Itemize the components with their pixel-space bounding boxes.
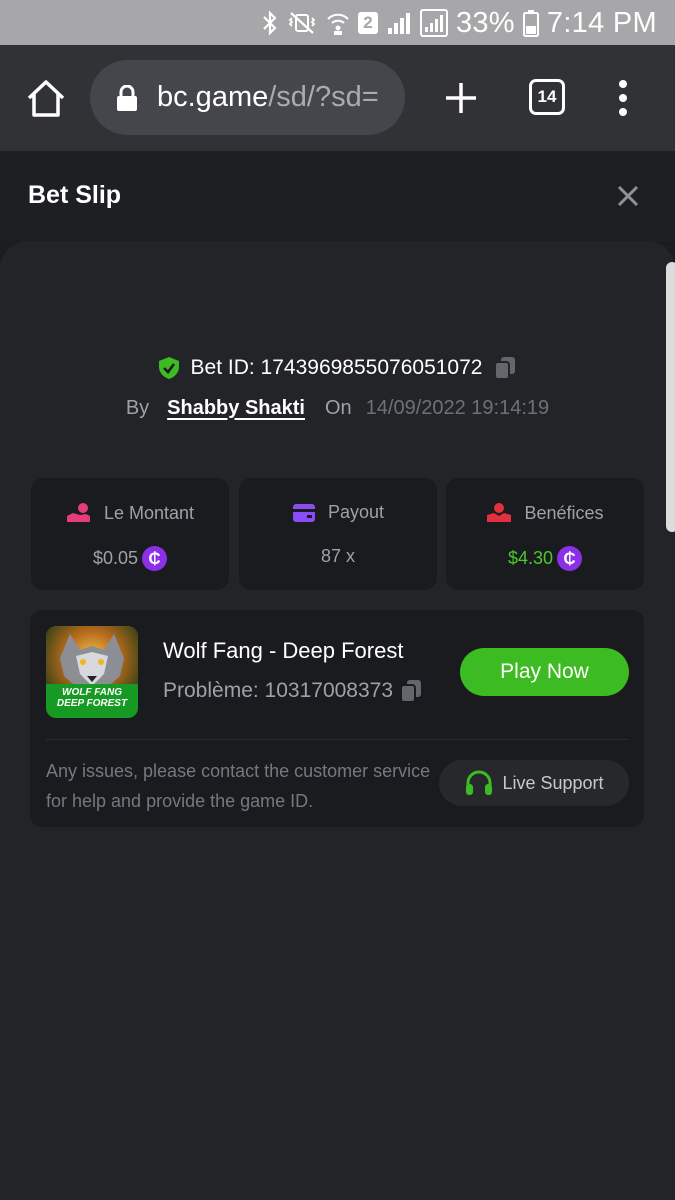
address-bar[interactable]: bc.game/sd/?sd= xyxy=(90,60,405,135)
battery-percent: 33% xyxy=(455,6,515,39)
home-button[interactable] xyxy=(24,77,68,121)
wifi-calling-icon xyxy=(326,10,350,36)
tab-switcher-button[interactable]: 14 xyxy=(529,79,565,115)
game-issue: Problème: 10317008373 xyxy=(163,679,394,702)
game-card: WOLF FANG DEEP FOREST Wolf Fang - Deep F… xyxy=(30,610,644,827)
bet-date: 14/09/2022 19:14:19 xyxy=(365,396,550,419)
live-support-label: Live Support xyxy=(502,772,604,793)
bluetooth-icon xyxy=(262,10,278,36)
game-issue-row: Problème: 10317008373 xyxy=(163,678,423,704)
coin-icon: ₵ xyxy=(142,546,168,571)
battery-icon xyxy=(522,9,539,37)
page-title: Bet Slip xyxy=(28,181,122,209)
stat-value: 87 x xyxy=(320,546,356,566)
browser-menu-button[interactable] xyxy=(613,78,633,118)
bet-slip-header: Bet Slip xyxy=(0,151,675,241)
profit-hand-icon xyxy=(487,503,512,522)
on-label: On xyxy=(324,396,352,419)
stat-card-profit: Benéfices $4.30 ₵ xyxy=(446,478,644,590)
play-now-button[interactable]: Play Now xyxy=(460,648,629,696)
vibrate-mute-icon xyxy=(286,10,318,36)
new-tab-button[interactable] xyxy=(443,80,479,116)
help-text: Any issues, please contact the customer … xyxy=(46,761,431,811)
bet-id: Bet ID: 1743969855076051072 xyxy=(190,356,483,379)
card-icon xyxy=(292,503,315,522)
signal-icon xyxy=(386,10,412,36)
sim-badge: 2 xyxy=(357,12,378,34)
coin-icon: ₵ xyxy=(557,546,583,571)
stat-label: Benéfices xyxy=(524,502,604,523)
url-path: /sd/?sd= xyxy=(268,81,379,113)
stat-value: $4.30 xyxy=(507,548,554,568)
status-icons: 2 33% 7:14 PM xyxy=(262,4,657,42)
status-bar: 2 33% 7:14 PM xyxy=(0,0,675,45)
thumb-title-line-1: WOLF FANG xyxy=(62,687,122,698)
live-support-button[interactable]: Live Support xyxy=(439,760,629,806)
game-name[interactable]: Wolf Fang - Deep Forest xyxy=(163,638,403,664)
url-host: bc.game xyxy=(157,81,269,113)
url-text: bc.game/sd/?sd= xyxy=(157,81,379,114)
shield-check-icon xyxy=(158,357,179,379)
stat-label: Le Montant xyxy=(103,502,195,523)
stat-value: $0.05 xyxy=(92,548,139,568)
user-link[interactable]: Shabby Shakti xyxy=(167,397,305,420)
clock: 7:14 PM xyxy=(546,6,657,39)
signal-boxed-icon xyxy=(419,9,448,37)
copy-icon[interactable] xyxy=(492,355,518,381)
lock-icon xyxy=(117,85,137,111)
close-icon xyxy=(617,185,639,207)
browser-toolbar: bc.game/sd/?sd= 14 xyxy=(0,45,675,151)
money-hand-icon xyxy=(66,503,90,522)
plus-icon xyxy=(446,83,476,113)
bet-id-row: Bet ID: 1743969855076051072 xyxy=(0,353,675,383)
stat-label: Payout xyxy=(327,502,385,522)
more-vert-icon xyxy=(619,80,627,116)
bet-meta-row: By Shabby Shakti On 14/09/2022 19:14:19 xyxy=(0,393,675,423)
thumb-title-line-2: DEEP FOREST xyxy=(56,698,128,709)
close-button[interactable] xyxy=(615,183,641,209)
by-label: By xyxy=(125,396,150,419)
stat-card-amount: Le Montant $0.05 ₵ xyxy=(31,478,229,590)
game-thumbnail[interactable]: WOLF FANG DEEP FOREST xyxy=(46,626,138,718)
stat-card-payout: Payout 87 x xyxy=(239,478,437,590)
copy-icon[interactable] xyxy=(399,678,423,704)
headset-icon xyxy=(466,770,493,795)
home-icon xyxy=(27,80,65,117)
divider xyxy=(46,739,628,740)
